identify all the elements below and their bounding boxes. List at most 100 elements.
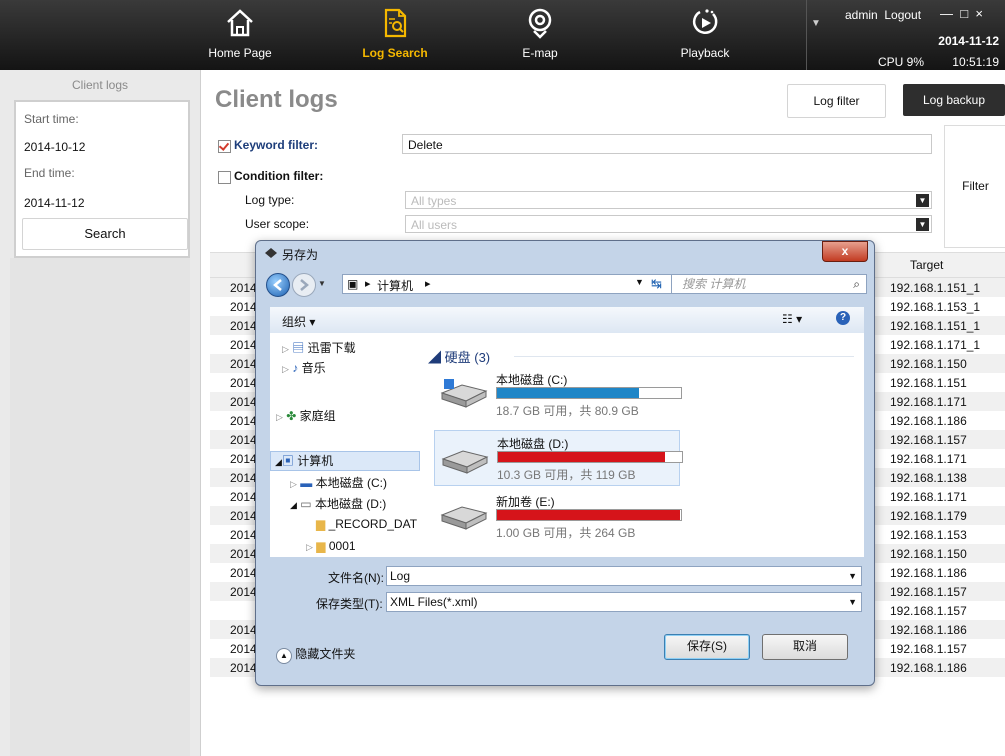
cell-target: 192.168.1.138	[890, 471, 967, 485]
drive-item-c[interactable]: 本地磁盘 (C:) 18.7 GB 可用，共 80.9 GB	[438, 371, 682, 418]
drive-icon	[441, 450, 489, 474]
dialog-search-input[interactable]: 搜索 计算机 ⌕	[671, 274, 867, 294]
history-dropdown-icon[interactable]: ▼	[318, 279, 326, 288]
cell-target: 192.168.1.157	[890, 433, 967, 447]
nav-home-label: Home Page	[208, 46, 272, 60]
cell-time: 2014	[230, 585, 257, 599]
drive-d-info: 10.3 GB 可用，共 119 GB	[497, 468, 636, 482]
address-bar[interactable]: ▣ ▸ 计算机 ▸ ▼ ↹	[342, 274, 695, 294]
cpu-usage: CPU 9%	[878, 55, 925, 69]
nav-playback[interactable]: Playback	[670, 0, 740, 70]
view-options-icon[interactable]: ☷ ▾	[782, 312, 802, 326]
back-button[interactable]	[266, 273, 290, 297]
cancel-button[interactable]: 取消	[762, 634, 848, 660]
dialog-nav-row: ▼ ▣ ▸ 计算机 ▸ ▼ ↹ 搜索 计算机 ⌕	[264, 271, 867, 297]
drive-icon: ▬	[300, 476, 313, 490]
close-icon[interactable]: ×	[975, 6, 983, 21]
tree-item-homegroup[interactable]: ▷ ✤ 家庭组	[276, 407, 336, 424]
drive-e-usage-bar	[496, 509, 682, 521]
back-arrow-icon	[273, 279, 282, 291]
dialog-close-button[interactable]: x	[822, 241, 868, 262]
column-header-target[interactable]: Target	[910, 258, 943, 272]
filetype-select[interactable]: XML Files(*.xml) ▼	[386, 592, 862, 612]
nav-emap[interactable]: E-map	[505, 0, 575, 70]
start-time-value[interactable]: 2014-10-12	[24, 140, 85, 154]
cell-target: 192.168.1.153	[890, 528, 967, 542]
drive-c-usage-bar	[496, 387, 682, 399]
username: admin	[845, 8, 878, 22]
keyword-filter-checkbox[interactable]	[218, 140, 231, 153]
filter-button[interactable]: Filter	[944, 125, 1005, 248]
organize-button[interactable]: 组织 ▾	[282, 313, 315, 330]
nav-log-search[interactable]: Log Search	[345, 0, 445, 70]
tree-item-music[interactable]: ▷ ♪ 音乐	[282, 359, 326, 376]
address-dropdown-icon[interactable]: ▼	[635, 277, 644, 287]
computer-icon: ▣	[347, 277, 359, 291]
chevron-down-icon: ▼	[916, 218, 929, 231]
cell-target: 192.168.1.186	[890, 566, 967, 580]
tree-item-record-dat[interactable]: ▆ _RECORD_DAT	[316, 517, 417, 531]
dialog-bottom-area: 文件名(N): Log ▼ 保存类型(T): XML Files(*.xml) …	[256, 557, 874, 685]
tree-item-drive-d[interactable]: ◢ ▭ 本地磁盘 (D:)	[290, 495, 386, 512]
save-as-dialog: 另存为 x ▼ ▣ ▸ 计算机 ▸ ▼ ↹ 搜索 计算机 ⌕ 组织 ▾ ☷ ▾ …	[255, 240, 875, 686]
cell-target: 192.168.1.179	[890, 509, 967, 523]
address-text: 计算机	[377, 279, 414, 293]
keyword-filter-label: Keyword filter:	[234, 138, 319, 152]
drive-list: ◢ 硬盘 (3) 本地磁盘 (C:) 18.7 GB 可用，共 80.9 GB …	[422, 333, 864, 557]
tree-item-drive-c[interactable]: ▷ ▬ 本地磁盘 (C:)	[290, 474, 387, 491]
cell-time: 2014	[230, 414, 257, 428]
forward-button[interactable]	[292, 273, 316, 297]
cell-time: 2014	[230, 471, 257, 485]
folder-icon: ▆	[316, 517, 326, 531]
playback-icon	[692, 9, 718, 34]
log-backup-button[interactable]: Log backup	[903, 84, 1005, 116]
minimize-icon[interactable]: —	[940, 6, 953, 21]
search-icon[interactable]: ⌕	[853, 275, 860, 293]
log-filter-button[interactable]: Log filter	[787, 84, 886, 118]
nav-home[interactable]: Home Page	[205, 0, 275, 70]
left-panel-title: Client logs	[71, 78, 129, 92]
search-button[interactable]: Search	[22, 218, 188, 250]
user-scope-select[interactable]: All users ▼	[405, 215, 932, 233]
tree-item-xunlei[interactable]: ▷ ▤ 迅雷下载	[282, 339, 356, 356]
end-time-value[interactable]: 2014-11-12	[24, 196, 85, 210]
collapse-up-icon: ▲	[276, 648, 292, 664]
cell-target: 192.168.1.150	[890, 357, 967, 371]
hide-folders-label: 隐藏文件夹	[295, 647, 356, 661]
cell-target: 192.168.1.151_1	[890, 319, 981, 333]
group-title: 硬盘 (3)	[444, 350, 491, 365]
help-icon[interactable]: ?	[836, 311, 850, 325]
drive-item-d[interactable]: 本地磁盘 (D:) 10.3 GB 可用，共 119 GB	[434, 430, 683, 486]
hide-folders-toggle[interactable]: ▲ 隐藏文件夹	[276, 645, 355, 664]
tree-item-0001[interactable]: ▷ ▆ 0001	[306, 539, 356, 553]
chevron-down-icon[interactable]: ▼	[848, 593, 857, 611]
refresh-icon[interactable]: ↹	[651, 276, 662, 292]
dialog-app-icon	[264, 247, 278, 259]
log-search-icon	[384, 8, 407, 38]
drive-icon	[440, 506, 488, 530]
save-button[interactable]: 保存(S)	[664, 634, 750, 660]
cell-target: 192.168.1.153_1	[890, 300, 981, 314]
end-time-label: End time:	[24, 166, 75, 180]
cell-time: 2014	[230, 433, 257, 447]
dialog-title: 另存为	[282, 248, 319, 262]
maximize-icon[interactable]: □	[960, 6, 968, 21]
drive-icon: ▭	[300, 497, 312, 511]
drive-item-e[interactable]: 新加卷 (E:) 1.00 GB 可用，共 264 GB	[438, 493, 682, 540]
cell-target: 192.168.1.151	[890, 376, 967, 390]
drive-c-usage-fill	[497, 388, 639, 398]
condition-filter-checkbox[interactable]	[218, 171, 231, 184]
organize-toolbar: 组织 ▾ ☷ ▾ ?	[270, 307, 864, 334]
cell-time: 2014	[230, 566, 257, 580]
cell-time: 2014	[230, 319, 257, 333]
tree-item-computer[interactable]: ◢▣ 计算机	[270, 451, 420, 471]
log-type-select[interactable]: All types ▼	[405, 191, 932, 209]
keyword-input[interactable]: Delete	[402, 134, 932, 154]
nav-log-search-label: Log Search	[362, 46, 428, 60]
drive-c-info: 18.7 GB 可用，共 80.9 GB	[496, 404, 639, 418]
logout-link[interactable]: Logout	[884, 8, 921, 22]
cell-time: 2014	[230, 376, 257, 390]
chevron-down-icon[interactable]: ▼	[848, 567, 857, 585]
filename-input[interactable]: Log ▼	[386, 566, 862, 586]
nav-dropdown[interactable]: ▼	[806, 0, 825, 70]
